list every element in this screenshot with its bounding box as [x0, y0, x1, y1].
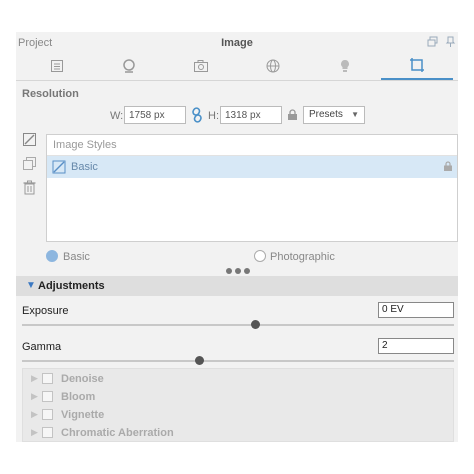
gamma-slider-thumb[interactable] — [194, 356, 204, 365]
panel-tabs — [16, 52, 458, 81]
pin-icon[interactable] — [444, 35, 456, 47]
tab-camera[interactable] — [165, 52, 237, 80]
effect-chromatic-aberration[interactable]: ▶ Chromatic Aberration — [23, 424, 453, 442]
resolution-row: W: 1758 px H: 1318 px Presets ▼ — [16, 106, 458, 126]
width-input[interactable]: 1758 px — [124, 106, 186, 124]
radio-photographic-label: Photographic — [270, 251, 335, 263]
duplicate-style-icon[interactable] — [22, 156, 40, 180]
lock-icon[interactable] — [287, 109, 298, 124]
effect-label: Bloom — [61, 391, 96, 403]
gamma-label: Gamma — [22, 341, 62, 353]
effect-label: Vignette — [61, 409, 105, 421]
image-panel: Project Image Resolution W: 1758 px H: 1… — [16, 32, 458, 442]
height-input[interactable]: 1318 px — [220, 106, 282, 124]
camera-icon — [194, 60, 208, 72]
style-tools — [22, 132, 40, 204]
radio-basic-label: Basic — [63, 251, 90, 263]
effect-denoise[interactable]: ▶ Denoise — [23, 370, 453, 388]
chevron-right-icon: ▶ — [31, 427, 38, 437]
panel-titlebar: Project Image — [16, 32, 458, 52]
environment-icon — [123, 59, 135, 73]
bloom-checkbox[interactable] — [42, 391, 53, 402]
list-item[interactable]: Basic — [47, 156, 457, 178]
lightbulb-icon — [341, 60, 349, 72]
chevron-down-icon: ▼ — [351, 110, 359, 119]
globe-icon — [266, 59, 280, 73]
image-styles-header: Image Styles — [47, 135, 457, 156]
dot — [235, 268, 241, 274]
splitter-handle[interactable] — [226, 268, 250, 274]
edit-style-icon[interactable] — [22, 132, 40, 156]
effect-label: Denoise — [61, 373, 104, 385]
width-label: W: — [110, 110, 124, 122]
panel-title: Image — [221, 37, 253, 49]
chevron-right-icon: ▶ — [31, 391, 38, 401]
tab-lighting[interactable] — [309, 52, 381, 80]
image-style-icon — [52, 160, 66, 177]
restore-window-icon[interactable] — [426, 35, 438, 47]
style-item-label: Basic — [71, 161, 98, 173]
crop-frame-icon — [410, 58, 424, 72]
resolution-heading: Resolution — [22, 88, 79, 100]
titlebar-controls — [426, 35, 456, 47]
lock-icon — [443, 161, 453, 175]
presets-label: Presets — [309, 109, 343, 120]
tab-globe[interactable] — [237, 52, 309, 80]
exposure-slider-track[interactable] — [22, 324, 454, 326]
effects-list: ▶ Denoise ▶ Bloom ▶ Vignette ▶ Chromatic… — [22, 368, 454, 442]
chevron-right-icon: ▶ — [31, 409, 38, 419]
gamma-slider-track[interactable] — [22, 360, 454, 362]
effect-bloom[interactable]: ▶ Bloom — [23, 388, 453, 406]
chromatic-aberration-checkbox[interactable] — [42, 427, 53, 438]
effect-label: Chromatic Aberration — [61, 427, 174, 439]
style-mode-row: Basic Photographic — [16, 248, 458, 266]
gamma-input[interactable]: 2 — [378, 338, 454, 354]
delete-style-icon[interactable] — [22, 180, 40, 204]
vignette-checkbox[interactable] — [42, 409, 53, 420]
radio-basic[interactable] — [46, 250, 58, 262]
adjustments-header[interactable]: ▼ Adjustments — [16, 276, 458, 296]
dot — [244, 268, 250, 274]
chevron-right-icon: ▶ — [31, 373, 38, 383]
dot — [226, 268, 232, 274]
tab-environment[interactable] — [93, 52, 165, 80]
tab-document[interactable] — [21, 52, 93, 80]
denoise-checkbox[interactable] — [42, 373, 53, 384]
image-styles-list: Image Styles Basic — [46, 134, 458, 242]
link-aspect-icon[interactable] — [190, 107, 204, 126]
presets-dropdown[interactable]: Presets ▼ — [303, 106, 365, 124]
document-icon — [51, 60, 63, 72]
exposure-slider-thumb[interactable] — [250, 320, 260, 329]
exposure-input[interactable]: 0 EV — [378, 302, 454, 318]
exposure-label: Exposure — [22, 305, 69, 317]
height-label: H: — [208, 110, 219, 122]
adjustments-title: Adjustments — [38, 280, 105, 292]
radio-photographic[interactable] — [254, 250, 266, 262]
chevron-down-icon: ▼ — [26, 280, 36, 291]
tab-image[interactable] — [381, 52, 453, 80]
effect-vignette[interactable]: ▶ Vignette — [23, 406, 453, 424]
